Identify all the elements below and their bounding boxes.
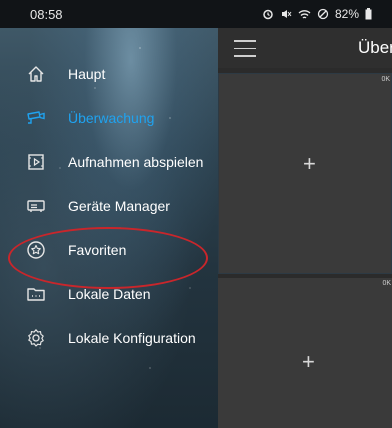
do-not-disturb-icon <box>317 8 329 20</box>
sidebar-item-label: Lokale Konfiguration <box>68 330 196 346</box>
sidebar-item-label: Lokale Daten <box>68 286 151 302</box>
sidebar-item-lokale-daten[interactable]: Lokale Daten <box>0 280 218 308</box>
battery-percent: 82% <box>334 7 359 21</box>
sidebar-item-lokale-konfiguration[interactable]: Lokale Konfiguration <box>0 324 218 352</box>
favorite-icon <box>26 240 46 260</box>
folder-icon <box>26 284 46 304</box>
sidebar-item-label: Überwachung <box>68 110 155 126</box>
video-panel[interactable]: 0K + <box>218 73 392 274</box>
sidebar-item-geraete-manager[interactable]: Geräte Manager <box>0 192 218 220</box>
alarm-icon <box>263 9 273 20</box>
panel-status-label: 0K <box>381 76 390 83</box>
top-app-bar: Über <box>218 28 392 68</box>
main-content: Über 0K + 0K + <box>218 28 392 428</box>
sidebar-item-label: Haupt <box>68 66 106 82</box>
add-camera-button[interactable]: + <box>303 153 316 175</box>
status-icons: 82% <box>262 7 372 21</box>
panel-status-label: 0K <box>382 280 391 287</box>
video-panel[interactable]: 0K + <box>218 278 392 428</box>
starfield-background <box>0 28 218 428</box>
navigation-drawer: Haupt Überwachung Aufnahmen abspielen Ge… <box>0 28 218 428</box>
wifi-icon <box>298 9 311 19</box>
mute-icon <box>281 10 292 18</box>
surveillance-icon <box>26 108 46 128</box>
menu-icon[interactable] <box>234 40 256 57</box>
playback-icon <box>26 152 46 172</box>
sidebar-item-haupt[interactable]: Haupt <box>0 60 218 88</box>
sidebar-item-ueberwachung[interactable]: Überwachung <box>0 104 218 132</box>
settings-icon <box>26 328 46 348</box>
status-time: 08:58 <box>30 6 63 22</box>
battery-icon <box>365 8 372 20</box>
device-manager-icon <box>26 196 46 216</box>
sidebar-item-label: Geräte Manager <box>68 198 170 214</box>
add-camera-button[interactable]: + <box>302 351 315 373</box>
status-bar: 08:58 82% <box>0 0 392 28</box>
page-title: Über <box>358 38 392 57</box>
sidebar-item-label: Favoriten <box>68 242 127 258</box>
sidebar-item-aufnahmen-abspielen[interactable]: Aufnahmen abspielen <box>0 148 218 176</box>
sidebar-item-label: Aufnahmen abspielen <box>68 154 204 170</box>
sidebar-item-favoriten[interactable]: Favoriten <box>0 236 218 264</box>
home-icon <box>26 64 46 84</box>
